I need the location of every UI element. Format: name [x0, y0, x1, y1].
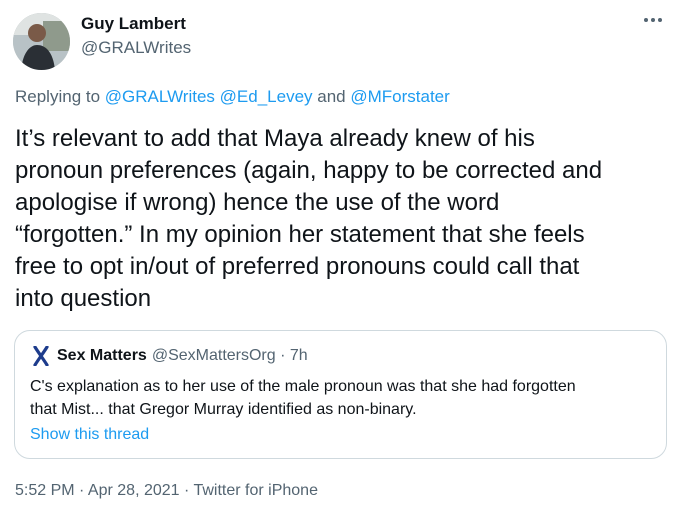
replying-to-and: and [312, 87, 351, 106]
more-dot-icon [644, 18, 648, 22]
tweet-text: It’s relevant to add that Maya already k… [15, 123, 675, 315]
tweet-text-line: “forgotten.” In my opinion her statement… [15, 221, 585, 248]
tweet-timestamp[interactable]: 5:52 PM · Apr 28, 2021 · Twitter for iPh… [15, 482, 318, 500]
replying-to: Replying to @GRALWrites @Ed_Levey and @M… [15, 87, 450, 107]
tweet-text-line: It’s relevant to add that Maya already k… [15, 125, 535, 152]
more-options-button[interactable] [640, 10, 666, 30]
quoted-author-name: Sex Matters [57, 347, 147, 364]
tweet-text-line: apologise if wrong) hence the use of the… [15, 189, 500, 216]
more-dot-icon [651, 18, 655, 22]
author-handle[interactable]: @GRALWrites [81, 38, 191, 58]
author-name[interactable]: Guy Lambert [81, 14, 186, 34]
mention-link-ed-levey[interactable]: @Ed_Levey [220, 87, 313, 106]
quoted-author-handle-time: @SexMattersOrg · 7h [151, 347, 308, 364]
sex-matters-logo-icon [33, 346, 49, 366]
show-thread-link[interactable]: Show this thread [30, 426, 149, 444]
tweet-text-line: into question [15, 285, 152, 312]
more-dot-icon [658, 18, 662, 22]
quoted-text-line: C's explanation as to her use of the mal… [30, 378, 576, 395]
avatar[interactable] [13, 13, 70, 70]
quoted-tweet-header: Sex Matters @SexMattersOrg · 7h [32, 346, 308, 366]
replying-to-label: Replying to [15, 87, 105, 106]
mention-link-mforstater[interactable]: @MForstater [350, 87, 449, 106]
tweet-text-line: free to opt in/out of preferred pronouns… [15, 253, 580, 280]
quoted-tweet-text: C's explanation as to her use of the mal… [30, 375, 660, 421]
quoted-tweet-card[interactable]: Sex Matters @SexMattersOrg · 7h C's expl… [14, 330, 667, 459]
tweet-text-line: pronoun preferences (again, happy to be … [15, 157, 603, 184]
mention-link-gralwrites[interactable]: @GRALWrites [105, 87, 215, 106]
quoted-text-line: that Mist... that Gregor Murray identifi… [30, 401, 417, 418]
